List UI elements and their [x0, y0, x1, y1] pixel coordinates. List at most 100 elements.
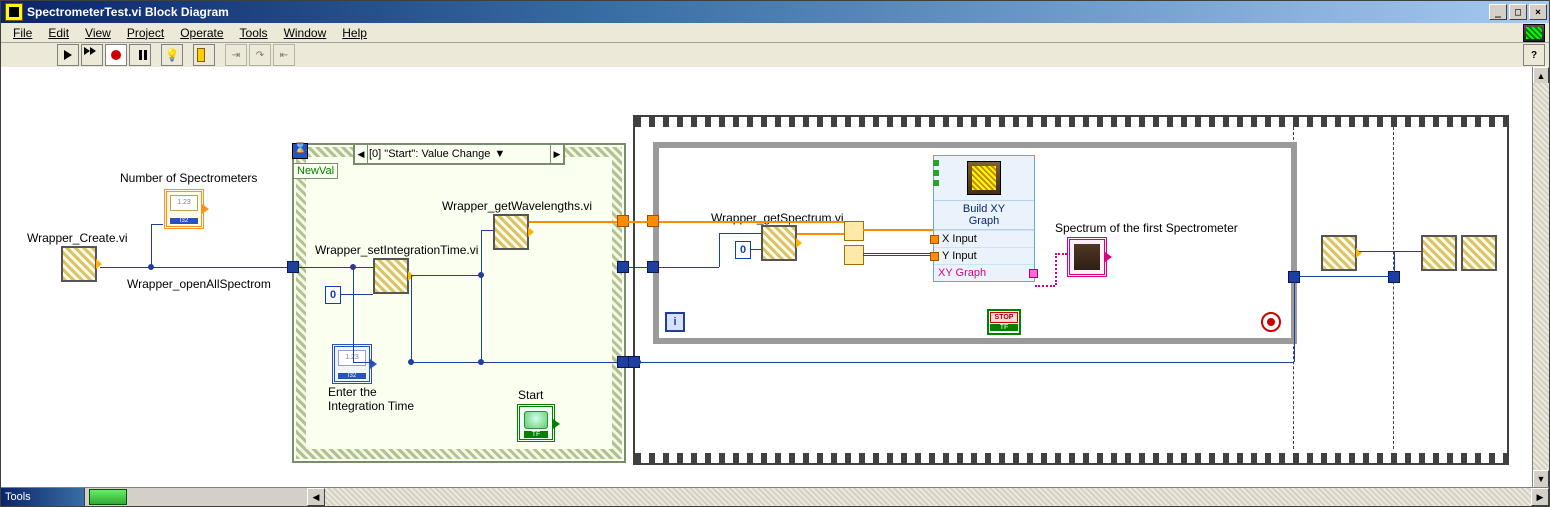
label-wrapper-openall: Wrapper_openAllSpectrom	[127, 277, 271, 291]
pause-button[interactable]	[129, 44, 151, 66]
abort-button[interactable]	[105, 44, 127, 66]
express-build-xy-graph[interactable]: Build XY Graph X Input Y Input XY Graph	[933, 155, 1035, 282]
event-case-selector[interactable]: ◀ [0] "Start": Value Change ▼ ▶	[353, 143, 565, 165]
run-button[interactable]	[57, 44, 79, 66]
constant-zero-b[interactable]: 0	[735, 241, 751, 259]
menu-help[interactable]: Help	[334, 24, 375, 42]
wire-junction	[408, 359, 414, 365]
subvi-wrapper-create[interactable]	[61, 246, 97, 282]
subvi-frame2a[interactable]	[1321, 235, 1357, 271]
hscroll-track[interactable]	[325, 488, 1531, 506]
tools-palette-icon[interactable]	[89, 489, 127, 505]
wire	[340, 294, 373, 295]
wire	[627, 267, 655, 268]
label-wrapper-create: Wrapper_Create.vi	[27, 231, 128, 245]
wire-junction	[635, 359, 641, 365]
menu-project[interactable]: Project	[119, 24, 172, 42]
wire	[719, 233, 761, 234]
close-button[interactable]: ×	[1529, 4, 1547, 20]
wire	[481, 230, 482, 362]
wire	[1055, 253, 1057, 285]
wire	[1294, 276, 1295, 362]
toolbar: ⇥ ↷ ⇤ ?	[1, 43, 1549, 68]
menu-view[interactable]: View	[77, 24, 119, 42]
vertical-scrollbar[interactable]: ▲ ▼	[1532, 67, 1549, 488]
scroll-down-button[interactable]: ▼	[1533, 470, 1549, 488]
label-wrapper-getwl: Wrapper_getWavelengths.vi	[442, 199, 592, 213]
menu-tools[interactable]: Tools	[232, 24, 276, 42]
step-out-button[interactable]: ⇤	[273, 44, 295, 66]
wire	[353, 267, 354, 362]
subvi-wrapper-getspectrum[interactable]	[761, 225, 797, 261]
step-into-button[interactable]: ⇥	[225, 44, 247, 66]
scroll-track[interactable]	[1533, 83, 1549, 472]
vi-icon[interactable]	[1523, 24, 1545, 42]
control-integration-time[interactable]	[332, 344, 372, 384]
wire	[622, 362, 1294, 363]
menu-edit[interactable]: Edit	[40, 24, 77, 42]
wire	[797, 233, 844, 235]
function-to-dbl[interactable]	[844, 245, 864, 265]
wire	[627, 221, 655, 223]
wire	[1055, 253, 1067, 255]
express-icon	[967, 161, 1001, 195]
retain-wire-values-button[interactable]	[193, 44, 215, 66]
wire	[411, 362, 622, 363]
constant-zero-a[interactable]: 0	[325, 286, 341, 304]
label-wrapper-setint: Wrapper_setIntegrationTime.vi	[315, 243, 478, 257]
wire	[100, 267, 300, 268]
subvi-wrapper-setintegrationtime[interactable]	[373, 258, 409, 294]
step-over-button[interactable]: ↷	[249, 44, 271, 66]
menu-file[interactable]: File	[5, 24, 40, 42]
label-num-spectrometers: Number of Spectrometers	[120, 171, 257, 185]
label-start: Start	[518, 388, 543, 402]
window-title: SpectrometerTest.vi Block Diagram	[27, 5, 229, 19]
wire	[719, 233, 720, 267]
menu-operate[interactable]: Operate	[172, 24, 231, 42]
wire	[353, 362, 373, 363]
tools-palette-titlebar[interactable]: Tools	[1, 488, 85, 506]
label-enter-int: Enter the Integration Time	[328, 385, 414, 413]
event-next-case[interactable]: ▶	[550, 145, 563, 163]
scroll-left-button[interactable]: ◀	[307, 488, 325, 506]
subvi-frame3[interactable]	[1421, 235, 1457, 271]
minimize-button[interactable]: _	[1489, 4, 1507, 20]
loop-condition-terminal[interactable]	[1261, 312, 1281, 332]
loop-iteration-terminal[interactable]: i	[665, 312, 685, 332]
highlight-execution-button[interactable]	[161, 44, 183, 66]
event-timeout-terminal[interactable]	[292, 143, 308, 159]
wire	[151, 224, 152, 267]
wire-junction	[478, 359, 484, 365]
block-diagram-canvas[interactable]: Number of Spectrometers Wrapper_Create.v…	[1, 67, 1549, 488]
event-structure[interactable]: ◀ [0] "Start": Value Change ▼ ▶ NewVal	[292, 143, 626, 463]
sequence-frame-divider	[1393, 127, 1394, 449]
label-spectrum-first: Spectrum of the first Spectrometer	[1055, 221, 1238, 235]
maximize-button[interactable]: □	[1509, 4, 1527, 20]
wire	[481, 230, 493, 231]
event-prev-case[interactable]: ◀	[355, 145, 368, 163]
wire	[294, 267, 373, 268]
wire	[1294, 276, 1394, 277]
scroll-right-button[interactable]: ▶	[1531, 488, 1549, 506]
title-bar: SpectrometerTest.vi Block Diagram _ □ ×	[1, 1, 1549, 23]
function-to-dbl[interactable]	[844, 221, 864, 241]
context-help-button[interactable]: ?	[1523, 44, 1545, 66]
control-start-button[interactable]	[517, 404, 555, 442]
wire-junction	[1391, 273, 1397, 279]
wire	[411, 275, 412, 362]
indicator-xy-graph[interactable]	[1067, 237, 1107, 277]
menu-bar: File Edit View Project Operate Tools Win…	[1, 23, 1549, 43]
wire	[863, 253, 933, 256]
app-icon	[5, 3, 23, 21]
tunnel	[287, 261, 299, 273]
wire	[750, 249, 761, 250]
subvi-frame3b[interactable]	[1461, 235, 1497, 271]
control-stop-terminal[interactable]	[987, 309, 1021, 335]
event-newval-terminal[interactable]: NewVal	[294, 163, 338, 179]
indicator-number-of-spectrometers[interactable]	[164, 189, 204, 229]
menu-window[interactable]: Window	[276, 24, 335, 42]
subvi-wrapper-getwavelengths[interactable]	[493, 214, 529, 250]
wire	[659, 221, 844, 223]
run-continuous-button[interactable]	[81, 44, 103, 66]
wire	[151, 224, 163, 225]
